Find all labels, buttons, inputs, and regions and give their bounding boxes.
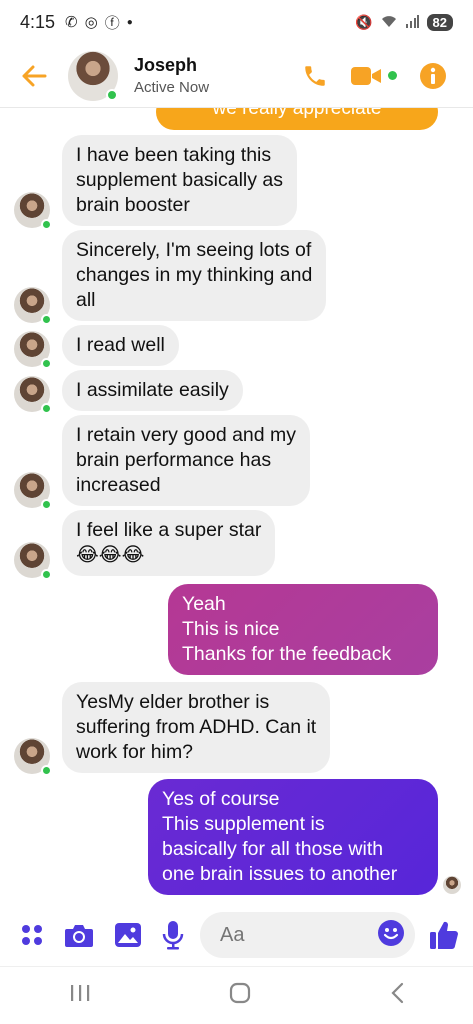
emoji-icon[interactable] — [377, 919, 405, 952]
back-icon[interactable] — [390, 982, 404, 1009]
info-icon[interactable] — [419, 62, 447, 90]
facebook-icon: ⓕ — [104, 14, 120, 32]
instagram-icon: ◎ — [84, 14, 98, 31]
message-input-field[interactable] — [200, 912, 415, 958]
more-notifications-icon: ● — [126, 16, 133, 28]
sender-avatar[interactable] — [14, 287, 52, 325]
back-arrow-icon[interactable] — [14, 65, 54, 87]
system-nav-bar — [0, 966, 473, 1024]
whatsapp-icon: ✆ — [65, 14, 78, 31]
sender-avatar[interactable] — [14, 331, 52, 369]
message-list[interactable]: we really appreciate I have been taking … — [0, 108, 473, 900]
outgoing-message-partial[interactable]: we really appreciate — [156, 108, 438, 130]
apps-icon[interactable] — [20, 923, 44, 947]
incoming-message[interactable]: Sincerely, I'm seeing lots of changes in… — [62, 230, 327, 321]
sender-avatar[interactable] — [14, 738, 52, 776]
video-call-button[interactable] — [350, 65, 397, 87]
online-indicator — [41, 403, 52, 414]
online-indicator — [41, 358, 52, 369]
system-icons: 🔇 82 — [355, 13, 453, 31]
message-input[interactable] — [220, 923, 377, 947]
seen-indicator-avatar — [443, 876, 461, 894]
outgoing-message[interactable]: Yes of course This supplement is basical… — [148, 779, 438, 895]
incoming-message[interactable]: I assimilate easily — [62, 370, 243, 411]
video-camera-icon[interactable] — [350, 65, 382, 87]
incoming-message[interactable]: I feel like a super star 😂😂😂 — [62, 510, 276, 576]
sender-avatar[interactable] — [14, 192, 52, 230]
mute-icon: 🔇 — [355, 13, 373, 30]
thumbs-up-icon[interactable] — [429, 920, 459, 950]
microphone-icon[interactable] — [162, 920, 184, 950]
video-active-dot — [388, 71, 397, 80]
incoming-message[interactable]: YesMy elder brother is suffering from AD… — [62, 682, 331, 773]
incoming-message[interactable]: I read well — [62, 325, 179, 366]
wifi-icon — [381, 14, 397, 31]
status-bar: 4:15 ✆ ◎ ⓕ ● 🔇 82 — [0, 0, 473, 44]
sender-avatar[interactable] — [14, 472, 52, 510]
contact-status: Active Now — [134, 79, 210, 96]
camera-icon[interactable] — [64, 922, 94, 948]
header-actions — [302, 62, 447, 90]
incoming-message[interactable]: I retain very good and my brain performa… — [62, 415, 311, 506]
status-time: 4:15 — [20, 11, 56, 32]
recent-apps-icon[interactable] — [69, 983, 91, 1008]
sender-avatar[interactable] — [14, 542, 52, 580]
gallery-icon[interactable] — [114, 922, 142, 948]
phone-icon[interactable] — [302, 63, 328, 89]
contact-avatar[interactable] — [68, 50, 118, 101]
chat-header: Joseph Active Now — [0, 44, 473, 108]
battery-level: 82 — [426, 13, 453, 31]
online-indicator — [41, 765, 52, 776]
sender-avatar[interactable] — [14, 376, 52, 414]
outgoing-message[interactable]: Yeah This is nice Thanks for the feedbac… — [168, 584, 438, 675]
home-icon[interactable] — [229, 982, 251, 1009]
online-indicator — [41, 219, 52, 230]
online-indicator — [41, 569, 52, 580]
notification-icons: ✆ ◎ ⓕ ● — [65, 12, 133, 33]
incoming-message[interactable]: I have been taking this supplement basic… — [62, 135, 298, 226]
online-indicator — [41, 314, 52, 325]
signal-icon — [405, 14, 419, 31]
online-indicator — [106, 88, 118, 101]
contact-info[interactable]: Joseph Active Now — [134, 55, 209, 96]
contact-name: Joseph — [134, 55, 198, 75]
online-indicator — [41, 499, 52, 510]
message-composer — [0, 905, 473, 965]
